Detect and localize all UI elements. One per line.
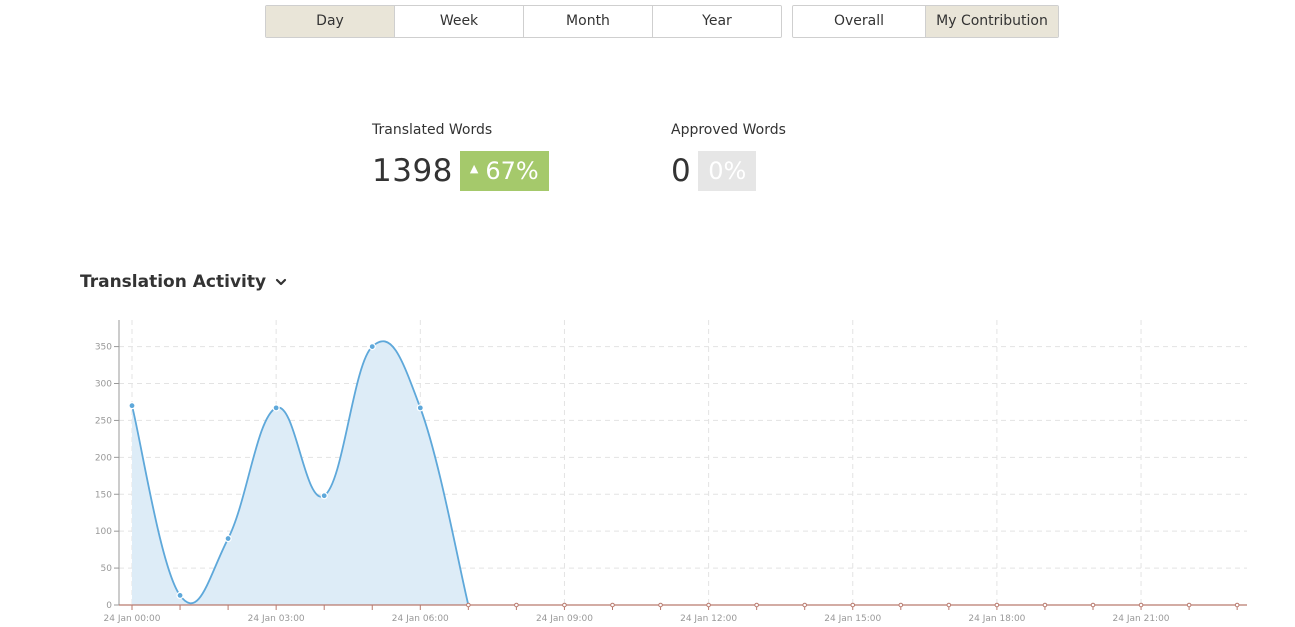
- data-point: [224, 534, 232, 543]
- x-tick-label: 24 Jan 09:00: [536, 614, 593, 624]
- data-point: [1186, 602, 1192, 608]
- data-point: [850, 602, 856, 608]
- x-tick-label: 24 Jan 21:00: [1113, 614, 1170, 624]
- data-point: [368, 342, 376, 351]
- data-point: [416, 404, 424, 412]
- y-tick-label: 350: [95, 343, 112, 353]
- data-point: [802, 602, 808, 608]
- x-tick-label: 24 Jan 12:00: [680, 614, 737, 624]
- data-point: [1090, 602, 1096, 608]
- x-tick-label: 24 Jan 15:00: [824, 614, 881, 624]
- x-tick-label: 24 Jan 00:00: [104, 614, 161, 624]
- data-point: [754, 602, 759, 608]
- y-tick-label: 250: [95, 416, 112, 426]
- x-tick-label: 24 Jan 18:00: [968, 614, 1025, 624]
- y-tick-label: 50: [101, 564, 113, 574]
- data-point: [562, 602, 567, 608]
- activity-chart: 0 50 100 150 200 250 300 350 24 Jan 00:00 24 Jan …: [95, 320, 1247, 624]
- series-area: [132, 341, 469, 605]
- data-point: [706, 602, 711, 608]
- x-tick-label: 24 Jan 03:00: [248, 614, 305, 624]
- y-tick-label: 300: [95, 380, 112, 390]
- data-point: [128, 402, 136, 410]
- y-tick-label: 150: [95, 490, 112, 500]
- data-point: [320, 492, 328, 500]
- data-point: [898, 602, 904, 608]
- data-point: [176, 591, 184, 600]
- data-point: [1042, 602, 1048, 608]
- page: Day Week Month Year Overall My Contribut…: [0, 0, 1295, 627]
- y-tick-label: 200: [95, 453, 112, 463]
- y-tick-label: 100: [95, 527, 112, 537]
- data-point: [1138, 602, 1144, 608]
- data-point: [946, 602, 952, 608]
- data-point: [514, 602, 519, 608]
- data-point: [658, 602, 663, 608]
- data-point: [610, 602, 615, 608]
- y-tick-label: 0: [106, 601, 112, 611]
- data-point: [466, 602, 471, 608]
- data-point: [272, 404, 280, 412]
- data-point: [994, 602, 1000, 608]
- data-point: [1234, 602, 1240, 608]
- x-tick-label: 24 Jan 06:00: [392, 614, 449, 624]
